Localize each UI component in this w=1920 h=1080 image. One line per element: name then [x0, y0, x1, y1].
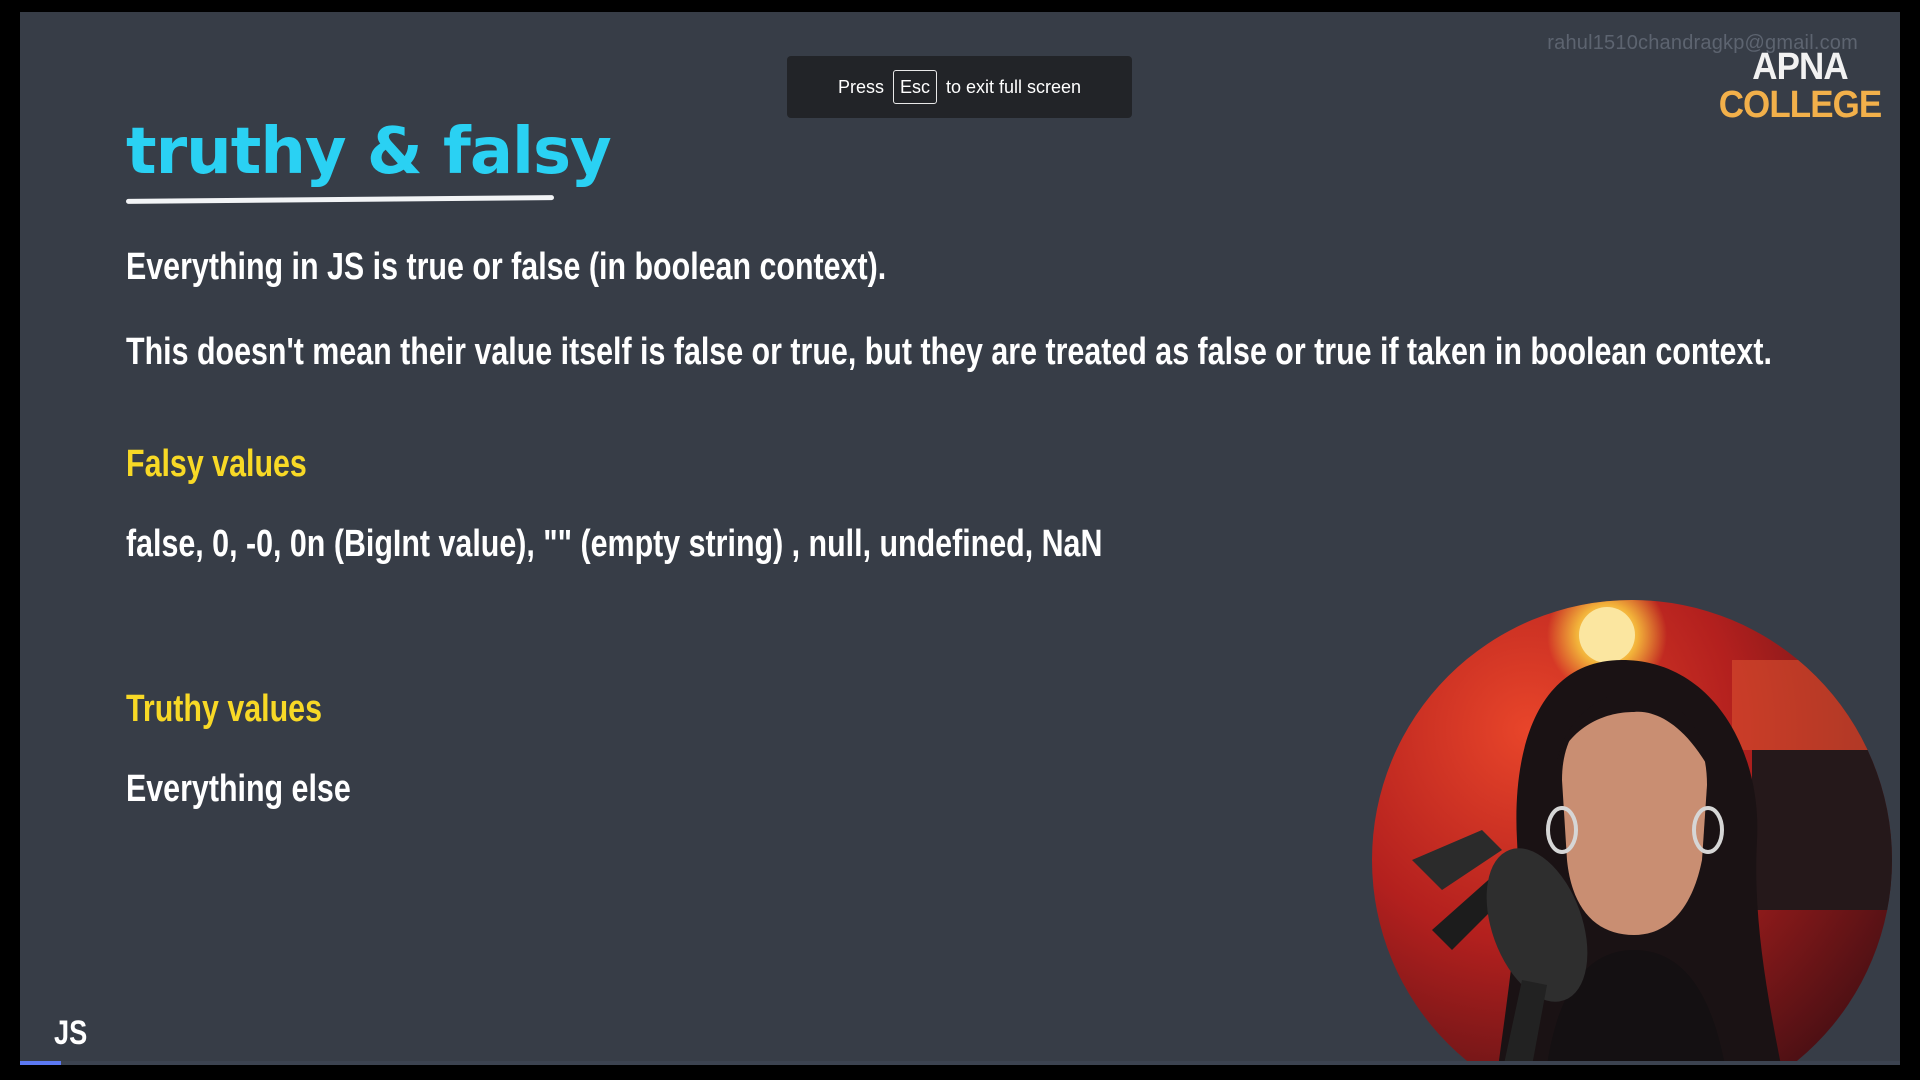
presenter-image	[1372, 600, 1892, 1065]
video-progress-bar[interactable]	[20, 1061, 1900, 1065]
logo-line-2: COLLEGE	[1718, 84, 1882, 126]
fullscreen-toast: Press Esc to exit full screen	[787, 56, 1132, 118]
webcam-overlay	[1372, 600, 1892, 1065]
slide-screen: truthy & falsy Everything in JS is true …	[20, 12, 1900, 1065]
video-progress-fill	[20, 1061, 62, 1065]
js-tag: JS	[54, 1014, 88, 1052]
apna-college-logo: APNA COLLEGE	[1710, 48, 1890, 124]
logo-line-1: APNA	[1752, 46, 1848, 88]
falsy-values: false, 0, -0, 0n (BigInt value), "" (emp…	[126, 523, 1103, 565]
falsy-heading: Falsy values	[126, 443, 307, 485]
truthy-values: Everything else	[126, 768, 351, 810]
explanation-line: This doesn't mean their value itself is …	[126, 331, 1772, 373]
title-underline	[125, 195, 555, 204]
toast-press-text: Press	[837, 76, 884, 97]
truthy-heading: Truthy values	[126, 688, 322, 730]
esc-key: Esc	[892, 70, 937, 104]
intro-line: Everything in JS is true or false (in bo…	[126, 246, 887, 288]
toast-rest-text: to exit full screen	[945, 76, 1082, 97]
slide-title: truthy & falsy	[126, 115, 612, 189]
